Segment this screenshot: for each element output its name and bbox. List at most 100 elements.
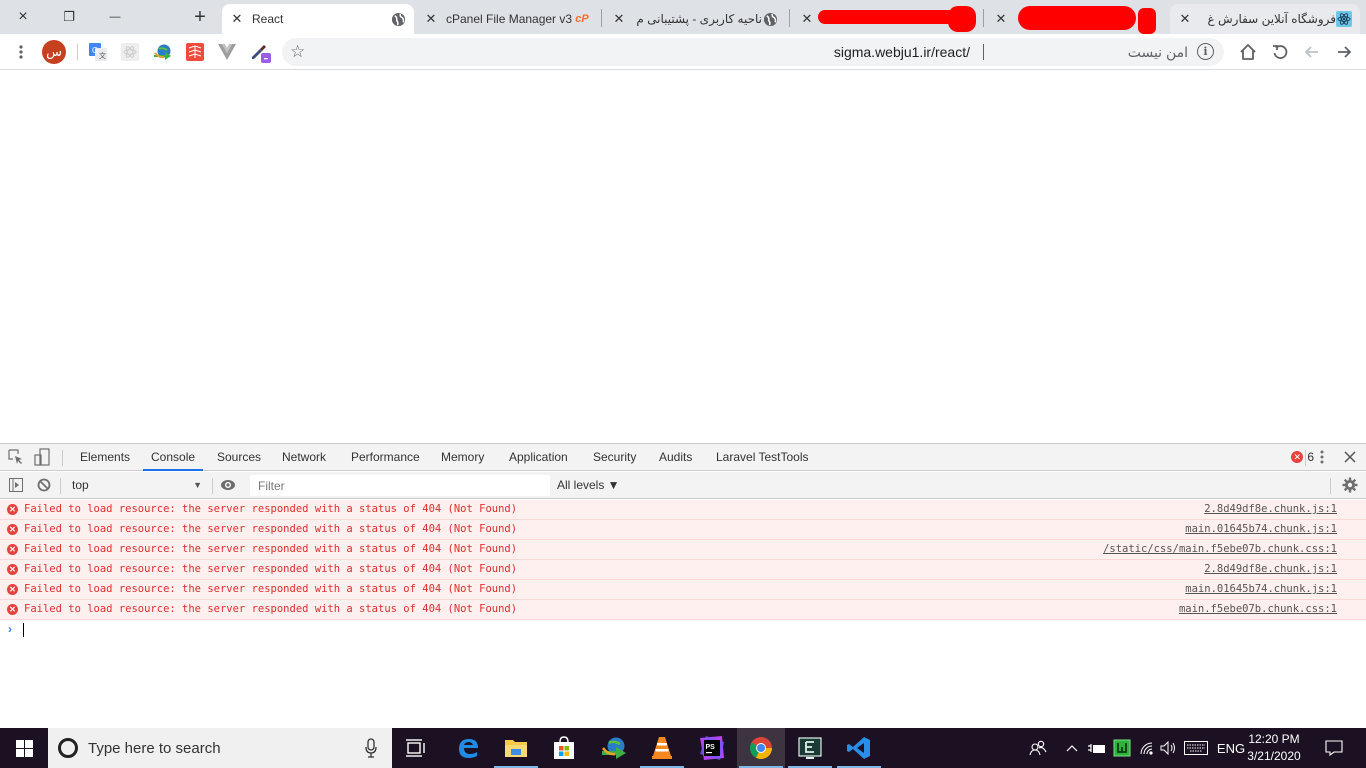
laravel-extension[interactable] (183, 40, 207, 64)
devtools-tab-memory[interactable]: Memory (433, 444, 492, 471)
devtools-tab-performance[interactable]: Performance (343, 444, 428, 471)
toolbar-separator (77, 44, 78, 60)
tab-separator (983, 9, 984, 27)
console-settings-button[interactable] (1340, 476, 1360, 494)
error-source-link[interactable]: /static/css/main.f5ebe07b.chunk.css:1 (1103, 540, 1337, 559)
battery-indicator[interactable] (1086, 728, 1108, 768)
site-info-icon[interactable]: i (1197, 43, 1214, 60)
idm-extension[interactable] (151, 40, 175, 64)
taskbar-app-phpstorm[interactable]: PS (688, 728, 736, 768)
taskbar-app-vscode[interactable] (835, 728, 883, 768)
devtools-tab-security[interactable]: Security (585, 444, 644, 471)
tray-app-green[interactable] (1111, 728, 1133, 768)
show-hidden-icons-button[interactable] (1062, 728, 1082, 768)
taskbar-app-editor[interactable] (786, 728, 834, 768)
tab-food-shop[interactable]: ✕ فروشگاه آنلاین سفارش غ (1170, 4, 1360, 34)
tab-title: React (252, 12, 284, 26)
google-translate-extension[interactable]: G文 (86, 40, 110, 64)
url-text[interactable]: sigma.webju1.ir/react/ (834, 44, 970, 60)
vue-devtools-icon (218, 44, 236, 60)
devtools-tab-audits[interactable]: Audits (651, 444, 700, 471)
editor-icon (798, 737, 822, 759)
toolbar-separator (212, 478, 213, 494)
home-button[interactable] (1236, 40, 1260, 64)
taskbar-app-edge[interactable] (444, 728, 492, 768)
error-text: Failed to load resource: the server resp… (24, 603, 518, 615)
device-toolbar-button[interactable] (32, 448, 52, 466)
console-input-prompt[interactable]: › (0, 620, 1366, 640)
devtools-tab-application[interactable]: Application (501, 444, 576, 471)
devtools-tab-console[interactable]: Console (143, 444, 204, 471)
error-source-link[interactable]: main.01645b74.chunk.js:1 (1185, 520, 1337, 539)
clear-console-button[interactable] (34, 476, 54, 494)
address-bar[interactable]: ☆ sigma.webju1.ir/react/ امن نیست i (282, 38, 1224, 66)
back-button[interactable] (1332, 40, 1356, 64)
redaction-mark (818, 10, 968, 24)
error-text: Failed to load resource: the server resp… (24, 583, 518, 595)
window-close-button[interactable]: × (0, 0, 46, 34)
taskbar-app-store[interactable] (540, 728, 588, 768)
devtools-tab-elements[interactable]: Elements (72, 444, 138, 471)
network-indicator[interactable] (1136, 728, 1158, 768)
tab-close-icon[interactable]: ✕ (994, 11, 1008, 27)
action-center-button[interactable] (1318, 728, 1350, 768)
error-count-badge[interactable]: ✕ 6 (1291, 450, 1314, 464)
people-button[interactable] (1026, 728, 1050, 768)
devtools-tab-laravel-testtools[interactable]: Laravel TestTools (708, 444, 817, 471)
bookmark-star-icon[interactable]: ☆ (290, 42, 305, 62)
google-translate-icon: G文 (89, 43, 107, 61)
window-restore-button[interactable]: ❐ (46, 0, 92, 34)
arrow-right-icon (1338, 46, 1352, 58)
microphone-icon[interactable] (364, 738, 378, 758)
react-devtools-extension[interactable] (118, 40, 142, 64)
window-minimize-button[interactable]: — (92, 0, 138, 34)
taskbar-app-idm[interactable] (590, 728, 638, 768)
taskbar-app-file-explorer[interactable] (492, 728, 540, 768)
svg-text:G: G (92, 46, 98, 55)
taskbar-app-chrome[interactable] (737, 728, 785, 768)
tab-support[interactable]: ✕ ناحیه کاربری - پشتیبانی م (604, 4, 786, 34)
tab-close-icon[interactable]: ✕ (1178, 11, 1192, 27)
color-picker-extension[interactable] (249, 40, 273, 64)
devtools-menu-button[interactable] (1312, 448, 1332, 466)
tab-cpanel[interactable]: ✕ cPanel File Manager v3 cP (416, 4, 598, 34)
tab-close-icon[interactable]: ✕ (800, 11, 814, 27)
task-view-icon (406, 739, 425, 757)
devtools-tab-network[interactable]: Network (274, 444, 334, 471)
tab-close-icon[interactable]: ✕ (612, 11, 626, 27)
error-source-link[interactable]: main.f5ebe07b.chunk.css:1 (1179, 600, 1337, 619)
inspect-cursor-icon (8, 449, 22, 464)
context-selector[interactable]: top ▼ (66, 475, 206, 495)
inspect-element-button[interactable] (6, 448, 26, 466)
console-sidebar-toggle[interactable] (6, 476, 26, 494)
chrome-menu-button[interactable] (9, 40, 33, 64)
toolbar-separator (62, 450, 63, 466)
console-filter-input[interactable] (250, 475, 550, 496)
profile-avatar-button[interactable]: س (42, 40, 66, 64)
tab-react[interactable]: ✕ React (222, 4, 414, 34)
forward-button[interactable] (1300, 40, 1324, 64)
windows-taskbar: Type here to search PS ENG 12:20 PM 3/21… (0, 728, 1366, 768)
devtools-tab-sources[interactable]: Sources (209, 444, 269, 471)
taskbar-search-box[interactable]: Type here to search (48, 728, 392, 768)
volume-indicator[interactable] (1158, 728, 1180, 768)
start-button[interactable] (0, 728, 48, 768)
touch-keyboard-button[interactable] (1182, 728, 1210, 768)
clock[interactable]: 12:20 PM 3/21/2020 (1242, 731, 1306, 765)
clock-time: 12:20 PM (1248, 732, 1300, 746)
reload-button[interactable] (1268, 40, 1292, 64)
error-source-link[interactable]: main.01645b74.chunk.js:1 (1185, 580, 1337, 599)
live-expression-button[interactable] (218, 476, 238, 494)
tab-close-icon[interactable]: ✕ (424, 11, 438, 27)
vue-devtools-extension[interactable] (215, 40, 239, 64)
error-source-link[interactable]: 2.8d49df8e.chunk.js:1 (1204, 500, 1337, 519)
error-source-link[interactable]: 2.8d49df8e.chunk.js:1 (1204, 560, 1337, 579)
task-view-button[interactable] (392, 728, 440, 768)
log-levels-dropdown[interactable]: All levels ▼ (557, 475, 620, 495)
tab-close-icon[interactable]: ✕ (230, 11, 244, 27)
taskbar-app-vlc[interactable] (638, 728, 686, 768)
console-toolbar: top ▼ All levels ▼ (0, 472, 1366, 499)
new-tab-button[interactable]: + (186, 4, 214, 30)
devtools-close-button[interactable] (1340, 448, 1360, 466)
not-secure-label[interactable]: امن نیست (1128, 44, 1188, 61)
